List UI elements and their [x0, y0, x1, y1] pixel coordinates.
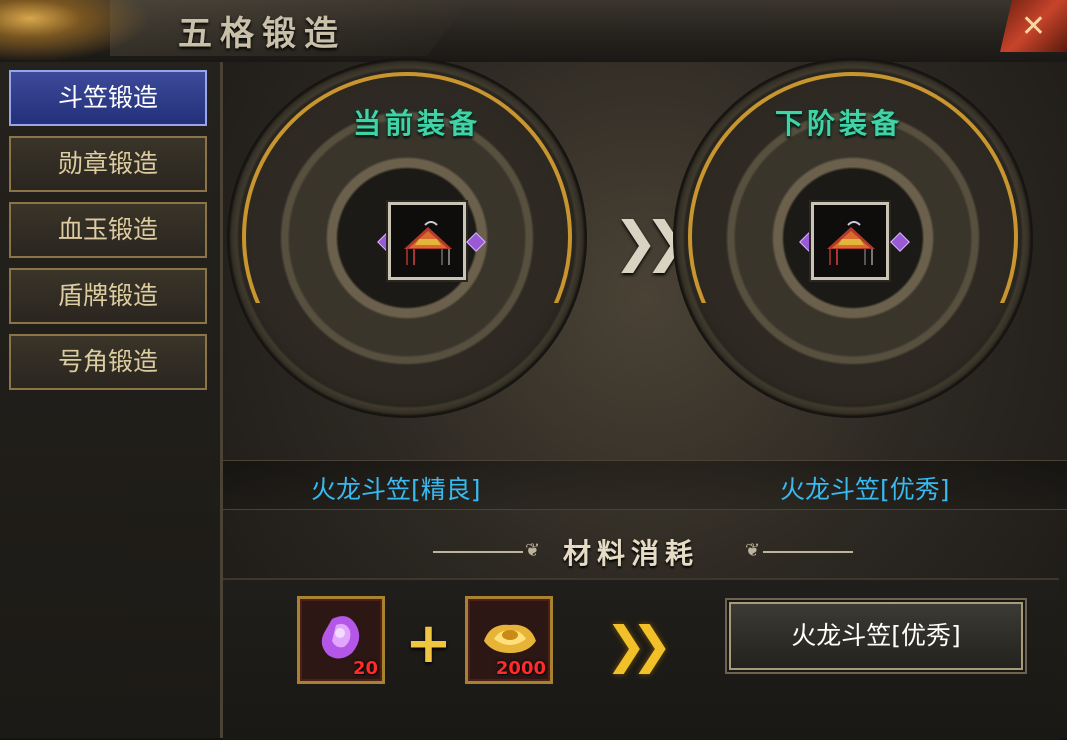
- window-title: 五格锻造: [178, 14, 346, 54]
- next-item-name: 火龙斗笠[优秀]: [780, 475, 950, 504]
- tab-jade-forge[interactable]: 血玉锻造: [9, 202, 207, 258]
- double-chevron-right-icon: ❯❯: [613, 210, 689, 273]
- tab-horn-forge[interactable]: 号角锻造: [9, 334, 207, 390]
- ornament-left-icon: ❦: [525, 540, 541, 561]
- divider-left: [433, 551, 523, 553]
- current-equipment-slot[interactable]: [388, 202, 466, 280]
- sidebar: 斗笠锻造 勋章锻造 血玉锻造 盾牌锻造 号角锻造: [0, 62, 223, 738]
- next-equipment-slot[interactable]: [811, 202, 889, 280]
- tab-medal-forge[interactable]: 勋章锻造: [9, 136, 207, 192]
- current-item-name: 火龙斗笠[精良]: [311, 475, 481, 504]
- material-slot-gold[interactable]: 2000: [465, 596, 553, 684]
- close-button[interactable]: ✕: [1000, 0, 1067, 52]
- materials-header: ❦ 材料消耗 ❦: [433, 532, 853, 572]
- dragon-hat-icon: [404, 221, 452, 265]
- current-equipment-heading: 当前装备: [353, 107, 482, 140]
- gold-count: 2000: [495, 658, 546, 679]
- title-bar: 五格锻造 ✕: [0, 0, 1067, 64]
- plus-icon: +: [405, 611, 452, 676]
- tab-hat-forge[interactable]: 斗笠锻造: [9, 70, 207, 126]
- close-x-icon[interactable]: ✕: [1021, 9, 1046, 44]
- ornament-right-icon: ❦: [745, 540, 761, 561]
- tab-shield-forge[interactable]: 盾牌锻造: [9, 268, 207, 324]
- materials-heading: 材料消耗: [563, 537, 700, 570]
- divider-right: [763, 551, 853, 553]
- forge-result-button[interactable]: 火龙斗笠[优秀]: [729, 602, 1023, 670]
- crystal-count: 20: [352, 658, 378, 679]
- dragon-hat-icon: [827, 221, 875, 265]
- double-arrow-right-icon: ❯❯: [605, 616, 673, 674]
- forge-panel: 当前装备 ❯❯ 下阶装备 火龙斗笠[精良] 火龙斗笠[优秀] ❦ 材料消耗 ❦ …: [223, 58, 1067, 740]
- next-equipment-heading: 下阶装备: [775, 107, 904, 140]
- material-slot-crystal[interactable]: 20: [297, 596, 385, 684]
